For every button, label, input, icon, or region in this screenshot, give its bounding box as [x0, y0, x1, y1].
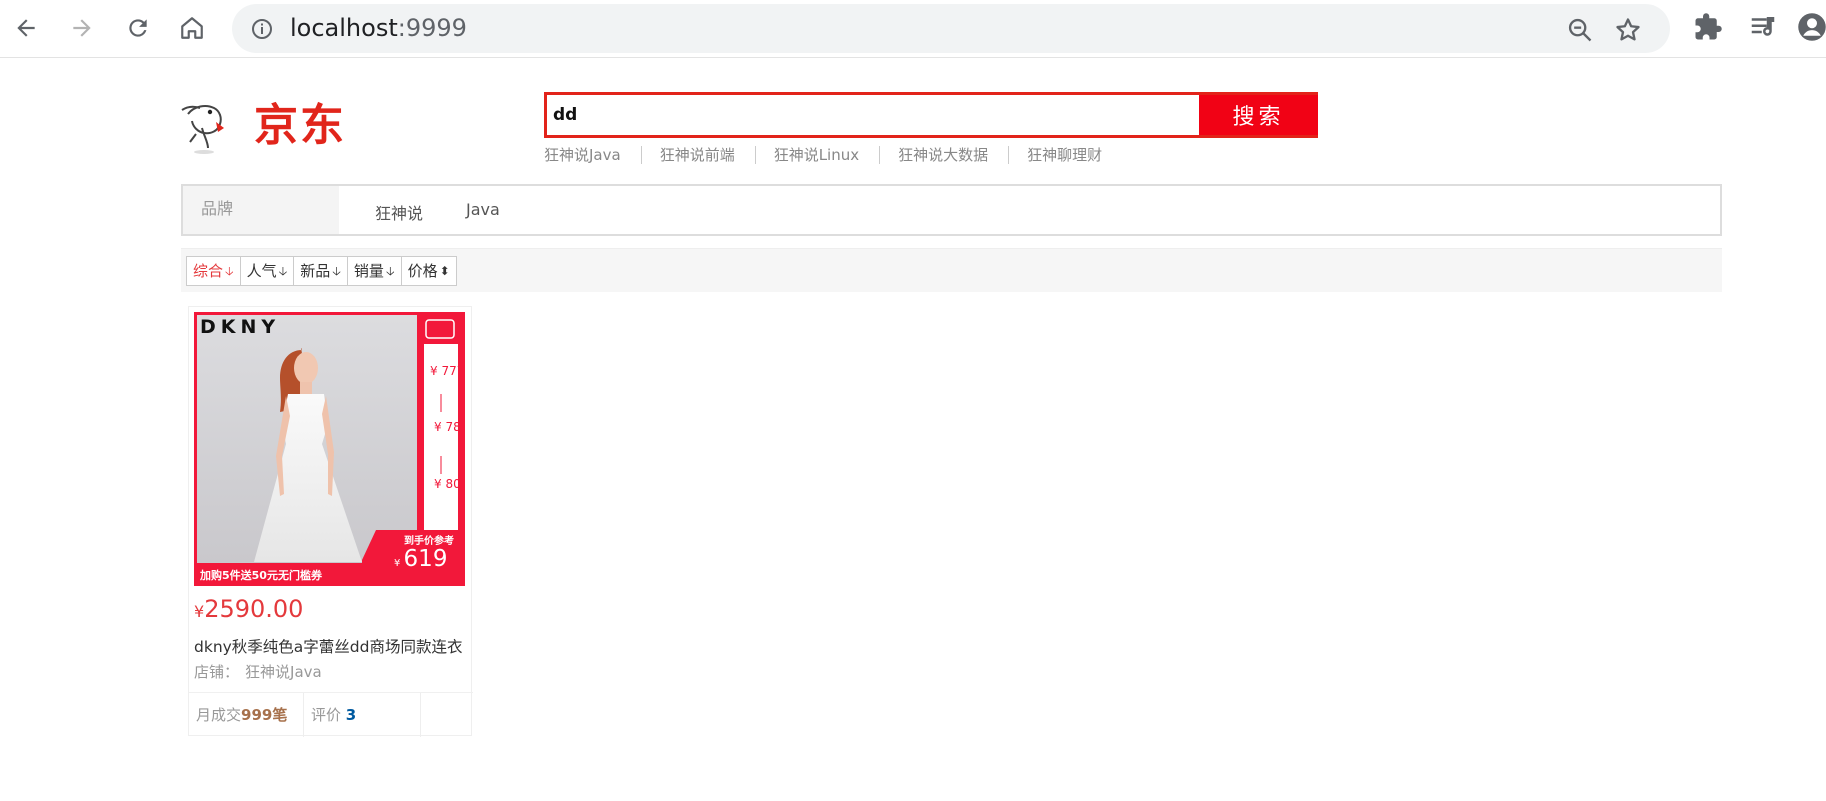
- hotword-link[interactable]: 狂神说Java: [544, 146, 642, 164]
- image-final-label: 到手价参考: [404, 536, 454, 547]
- reload-button[interactable]: [118, 8, 158, 48]
- sort-bar: 综合 🡣 人气 🡣 新品 🡣 销量 🡣 价格 ⬍: [181, 248, 1722, 292]
- arrow-down-icon: 🡣: [332, 264, 341, 278]
- product-shop: 店铺： 狂神说Java: [194, 663, 322, 681]
- image-price-2: ¥ 78: [434, 420, 461, 434]
- browser-toolbar: localhost:9999: [0, 0, 1826, 58]
- sort-comprehensive[interactable]: 综合 🡣: [186, 256, 241, 286]
- reload-icon: [129, 19, 147, 37]
- shop-link[interactable]: 狂神说Java: [245, 663, 322, 681]
- image-brand-text: DKNY: [200, 316, 281, 338]
- monthly-sales: 月成交999笔: [189, 693, 304, 737]
- image-price-1: ¥ 777: [430, 364, 465, 378]
- product-price: ¥2590.00: [194, 595, 304, 623]
- address-bar[interactable]: localhost:9999: [232, 4, 1670, 53]
- jd-logo-text: 京东: [254, 100, 346, 151]
- arrow-down-icon: 🡣: [385, 264, 395, 278]
- stats-empty-cell: [421, 693, 473, 737]
- back-arrow-icon: [17, 19, 35, 37]
- product-title[interactable]: dkny秋季纯色a字蕾丝dd商场同款连衣: [194, 635, 468, 657]
- review-count[interactable]: 评价 3: [304, 693, 421, 737]
- forward-arrow-icon: [73, 19, 91, 37]
- image-price-3: ¥ 80: [434, 477, 461, 491]
- brand-filter-label: 品牌: [183, 186, 339, 234]
- search-button[interactable]: 搜索: [1199, 95, 1318, 135]
- back-button[interactable]: [6, 8, 46, 48]
- arrow-down-icon: 🡣: [225, 264, 234, 278]
- profile-avatar-icon[interactable]: [1797, 12, 1826, 42]
- bookmark-star-icon[interactable]: [1614, 16, 1642, 44]
- sort-popularity[interactable]: 人气 🡣: [239, 256, 295, 286]
- extensions-puzzle-icon[interactable]: [1693, 12, 1723, 42]
- jd-logo[interactable]: 京东: [180, 94, 360, 156]
- sort-updown-icon: ⬍: [439, 264, 450, 278]
- brand-option[interactable]: Java: [466, 200, 500, 219]
- product-stats: 月成交999笔 评价 3: [189, 692, 473, 737]
- arrow-down-icon: 🡣: [278, 264, 288, 278]
- home-icon: [181, 17, 203, 39]
- product-card[interactable]: DKNY ¥ 777 ¥ 78 ¥ 80 到手价参考 ¥ 619 加购5件送50…: [188, 306, 473, 737]
- media-control-icon[interactable]: [1748, 12, 1778, 42]
- forward-button[interactable]: [62, 8, 102, 48]
- sort-new[interactable]: 新品 🡣: [293, 256, 348, 286]
- brand-option[interactable]: 狂神说: [375, 200, 423, 224]
- image-promo-text: 加购5件送50元无门槛券: [200, 569, 322, 582]
- hotword-link[interactable]: 狂神说Linux: [774, 146, 881, 164]
- info-icon[interactable]: [250, 17, 274, 41]
- image-final-price: ¥ 619: [394, 546, 448, 572]
- brand-filter: 品牌 狂神说 Java: [181, 184, 1722, 236]
- product-image[interactable]: DKNY ¥ 777 ¥ 78 ¥ 80 到手价参考 ¥ 619 加购5件送50…: [194, 312, 465, 586]
- sort-sales[interactable]: 销量 🡣: [346, 256, 402, 286]
- zoom-icon[interactable]: [1566, 16, 1594, 44]
- hotword-link[interactable]: 狂神聊理财: [1027, 146, 1122, 164]
- url-text: localhost:9999: [290, 14, 467, 42]
- home-button[interactable]: [172, 8, 212, 48]
- hotword-link[interactable]: 狂神说大数据: [898, 146, 1010, 164]
- search-input[interactable]: [553, 101, 1193, 129]
- sort-price[interactable]: 价格 ⬍: [400, 256, 457, 286]
- hotword-link[interactable]: 狂神说前端: [660, 146, 756, 164]
- hot-words: 狂神说Java 狂神说前端 狂神说Linux 狂神说大数据 狂神聊理财: [544, 146, 1140, 164]
